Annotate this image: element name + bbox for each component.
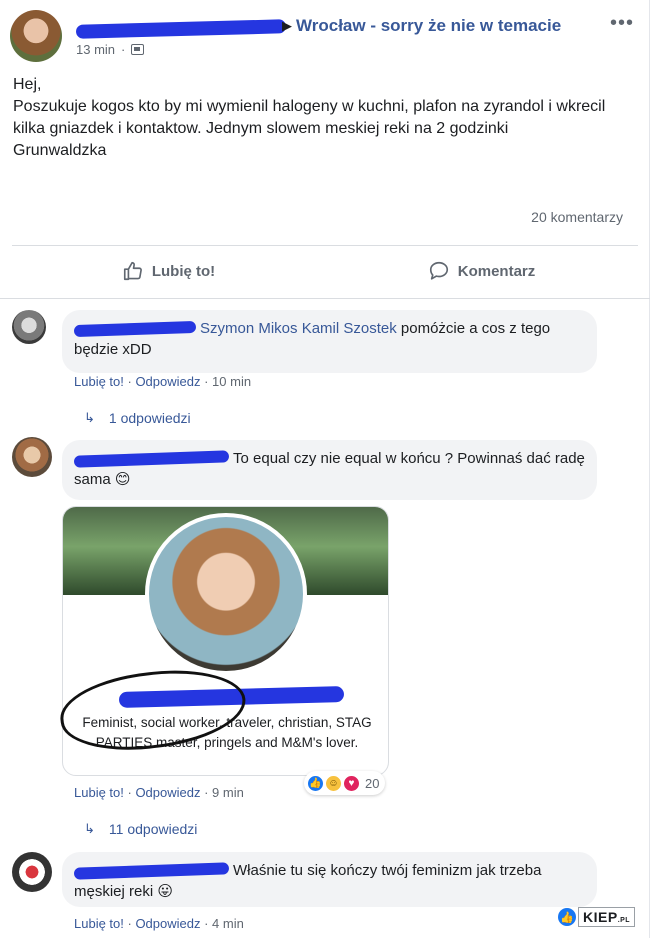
comment-time[interactable]: 10 min bbox=[212, 374, 251, 389]
reply-arrow-icon: ↳ bbox=[84, 410, 95, 425]
like-button-label: Lubię to! bbox=[151, 262, 216, 280]
replies-count: 1 odpowiedzi bbox=[108, 410, 191, 426]
comment-reply-link[interactable]: Odpowiedz bbox=[135, 374, 200, 389]
post-text-line: Poszukuje kogos kto by mi wymienil halog… bbox=[13, 98, 606, 137]
reply-arrow-icon: ↳ bbox=[84, 821, 95, 836]
reactions-summary[interactable]: 👍 ☺ ♥ 20 bbox=[304, 771, 386, 795]
commenter-avatar[interactable] bbox=[12, 852, 52, 892]
comment-bubble: To equal czy nie equal w końcu ? Powinna… bbox=[62, 440, 597, 500]
post-text: Hej, Poszukuje kogos kto by mi wymienil … bbox=[13, 74, 633, 162]
replies-count: 11 odpowiedzi bbox=[108, 821, 198, 837]
like-reaction-icon: 👍 bbox=[307, 774, 324, 792]
comment-mentions[interactable]: Szymon Mikos Kamil Szostek bbox=[200, 320, 397, 337]
comment-bubble: Właśnie tu się kończy twój feminizm jak … bbox=[62, 852, 597, 907]
view-replies-link[interactable]: ↳ 11 odpowiedzi bbox=[84, 821, 197, 837]
comment-actions: Lubię to! · Odpowiedz · 9 min bbox=[74, 785, 244, 800]
post-actions: Lubię to! Komentarz bbox=[12, 247, 638, 295]
post-time[interactable]: 13 min bbox=[76, 42, 115, 57]
like-button[interactable]: Lubię to! bbox=[12, 247, 325, 295]
comment-like-link[interactable]: Lubię to! bbox=[74, 916, 124, 931]
comment-time[interactable]: 9 min bbox=[212, 785, 244, 800]
comment-time[interactable]: 4 min bbox=[212, 916, 244, 931]
comment-bubble-icon bbox=[429, 261, 448, 280]
profile-photo bbox=[145, 513, 307, 675]
more-options-icon[interactable]: ••• bbox=[610, 12, 634, 35]
reaction-count: 20 bbox=[365, 775, 380, 791]
group-audience-icon bbox=[131, 44, 145, 55]
comment-button[interactable]: Komentarz bbox=[325, 247, 638, 295]
thumbs-up-icon bbox=[123, 261, 142, 281]
arrow-right-icon: ▶ bbox=[282, 18, 292, 33]
comment-actions: Lubię to! · Odpowiedz · 10 min bbox=[74, 374, 252, 389]
comment-like-link[interactable]: Lubię to! bbox=[74, 785, 124, 800]
post-meta: 13 min · bbox=[76, 42, 145, 57]
post-text-line: Grunwaldzka bbox=[13, 142, 107, 159]
comment-actions: Lubię to! · Odpowiedz · 4 min bbox=[74, 916, 244, 931]
redacted-author-name bbox=[75, 19, 287, 39]
group-name-link[interactable]: Wrocław - sorry że nie w temacie bbox=[296, 16, 561, 36]
love-reaction-icon: ♥ bbox=[343, 774, 360, 792]
comment-reply-link[interactable]: Odpowiedz bbox=[135, 916, 200, 931]
comment-bubble: Szymon Mikos Kamil Szostek pomóżcie a co… bbox=[62, 310, 597, 373]
haha-reaction-icon: ☺ bbox=[325, 774, 342, 792]
watermark-text: KIEP.PL bbox=[578, 907, 636, 927]
redacted-commenter-name bbox=[73, 862, 230, 880]
author-avatar[interactable] bbox=[10, 10, 62, 62]
comment-button-label: Komentarz bbox=[457, 262, 536, 280]
divider bbox=[12, 245, 638, 246]
view-replies-link[interactable]: ↳ 1 odpowiedzi bbox=[84, 410, 191, 426]
divider bbox=[0, 298, 650, 299]
post-text-line: Hej, bbox=[13, 76, 42, 93]
redacted-commenter-name bbox=[73, 320, 197, 338]
comment-like-link[interactable]: Lubię to! bbox=[74, 374, 124, 389]
watermark: 👍 KIEP.PL bbox=[558, 906, 636, 928]
commenter-avatar[interactable] bbox=[12, 437, 52, 477]
comment-reply-link[interactable]: Odpowiedz bbox=[135, 785, 200, 800]
redacted-commenter-name bbox=[73, 450, 230, 468]
comments-count-link[interactable]: 20 komentarzy bbox=[531, 209, 623, 225]
post-header: ▶ Wrocław - sorry że nie w temacie 13 mi… bbox=[10, 10, 640, 62]
like-badge-icon: 👍 bbox=[558, 908, 576, 926]
commenter-avatar[interactable] bbox=[12, 310, 46, 344]
post-page: ▶ Wrocław - sorry że nie w temacie 13 mi… bbox=[0, 0, 650, 938]
